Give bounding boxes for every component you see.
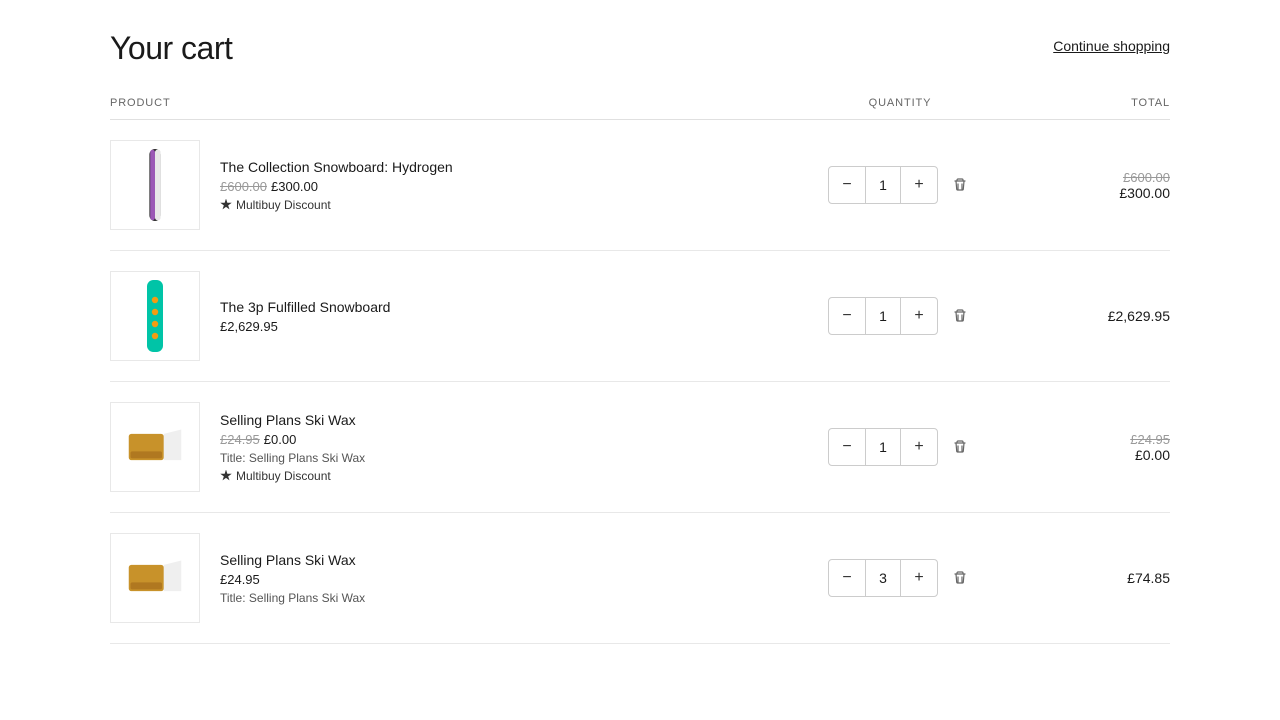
qty-value: 1 [865, 167, 901, 203]
product-variant: Title: Selling Plans Ski Wax [220, 591, 365, 605]
product-col: Selling Plans Ski Wax £24.95 Title: Sell… [110, 533, 790, 623]
total-col: £2,629.95 [1010, 308, 1170, 324]
qty-value: 1 [865, 429, 901, 465]
product-price-row: £24.95 [220, 572, 365, 587]
qty-value: 1 [865, 298, 901, 334]
page-header: Your cart Continue shopping [110, 30, 1170, 67]
price-sale: £0.00 [264, 432, 297, 447]
product-price-row: £2,629.95 [220, 319, 390, 334]
trash-icon [952, 308, 968, 324]
qty-increase-button[interactable]: + [901, 298, 937, 334]
trash-icon [952, 177, 968, 193]
quantity-col: − 1 + [790, 297, 1010, 335]
delete-item-button[interactable] [948, 173, 972, 197]
qty-decrease-button[interactable]: − [829, 298, 865, 334]
qty-control: − 1 + [828, 297, 938, 335]
product-col: The 3p Fulfilled Snowboard £2,629.95 [110, 271, 790, 361]
price-original: £600.00 [220, 179, 267, 194]
product-variant: Title: Selling Plans Ski Wax [220, 451, 365, 465]
delete-item-button[interactable] [948, 304, 972, 328]
product-col: Selling Plans Ski Wax £24.95 £0.00 Title:… [110, 402, 790, 492]
delete-item-button[interactable] [948, 566, 972, 590]
quantity-col: − 3 + [790, 559, 1010, 597]
product-info: Selling Plans Ski Wax £24.95 Title: Sell… [220, 552, 365, 605]
product-price-row: £24.95 £0.00 [220, 432, 365, 447]
qty-decrease-button[interactable]: − [829, 560, 865, 596]
product-info: The Collection Snowboard: Hydrogen £600.… [220, 159, 453, 212]
total-original: £600.00 [1010, 170, 1170, 185]
product-col: The Collection Snowboard: Hydrogen £600.… [110, 140, 790, 230]
cart-item: Selling Plans Ski Wax £24.95£0.00 Title:… [110, 382, 1170, 513]
total-original: £24.95 [1010, 432, 1170, 447]
product-image [110, 533, 200, 623]
qty-control: − 3 + [828, 559, 938, 597]
cart-items-container: The Collection Snowboard: Hydrogen £600.… [110, 120, 1170, 644]
product-info: Selling Plans Ski Wax £24.95 £0.00 Title:… [220, 412, 365, 483]
page-title: Your cart [110, 30, 232, 67]
product-image [110, 271, 200, 361]
qty-decrease-button[interactable]: − [829, 429, 865, 465]
product-price-row: £600.00 £300.00 [220, 179, 453, 194]
delete-item-button[interactable] [948, 435, 972, 459]
price: £24.95 [220, 572, 260, 587]
page-container: Your cart Continue shopping PRODUCT QUAN… [90, 0, 1190, 674]
cart-item: The Collection Snowboard: Hydrogen £600.… [110, 120, 1170, 251]
product-name: Selling Plans Ski Wax [220, 552, 365, 568]
product-image [110, 140, 200, 230]
discount-label: Multibuy Discount [236, 198, 331, 212]
cart-item: The 3p Fulfilled Snowboard £2,629.95 − 1… [110, 251, 1170, 382]
total-current: £300.00 [1119, 185, 1170, 201]
qty-increase-button[interactable]: + [901, 429, 937, 465]
price-sale: £300.00 [271, 179, 318, 194]
header-quantity: QUANTITY [790, 97, 1010, 109]
product-name: The Collection Snowboard: Hydrogen [220, 159, 453, 175]
total-col: £600.00£300.00 [1010, 170, 1170, 201]
discount-icon [220, 199, 232, 211]
header-total: TOTAL [1010, 97, 1170, 109]
price-original: £24.95 [220, 432, 260, 447]
total-col: £24.95£0.00 [1010, 432, 1170, 463]
price: £2,629.95 [220, 319, 278, 334]
qty-control: − 1 + [828, 428, 938, 466]
qty-increase-button[interactable]: + [901, 560, 937, 596]
quantity-col: − 1 + [790, 428, 1010, 466]
product-info: The 3p Fulfilled Snowboard £2,629.95 [220, 299, 390, 334]
discount-badge: Multibuy Discount [220, 198, 453, 212]
qty-decrease-button[interactable]: − [829, 167, 865, 203]
total-current: £74.85 [1127, 570, 1170, 586]
discount-label: Multibuy Discount [236, 469, 331, 483]
header-product: PRODUCT [110, 97, 790, 109]
discount-icon [220, 470, 232, 482]
product-image [110, 402, 200, 492]
continue-shopping-link[interactable]: Continue shopping [1053, 38, 1170, 54]
trash-icon [952, 570, 968, 586]
total-col: £74.85 [1010, 570, 1170, 586]
cart-item: Selling Plans Ski Wax £24.95 Title: Sell… [110, 513, 1170, 644]
total-current: £2,629.95 [1108, 308, 1170, 324]
quantity-col: − 1 + [790, 166, 1010, 204]
total-current: £0.00 [1135, 447, 1170, 463]
product-name: Selling Plans Ski Wax [220, 412, 365, 428]
discount-badge: Multibuy Discount [220, 469, 365, 483]
trash-icon [952, 439, 968, 455]
product-name: The 3p Fulfilled Snowboard [220, 299, 390, 315]
qty-control: − 1 + [828, 166, 938, 204]
cart-table-header: PRODUCT QUANTITY TOTAL [110, 97, 1170, 120]
qty-increase-button[interactable]: + [901, 167, 937, 203]
qty-value: 3 [865, 560, 901, 596]
